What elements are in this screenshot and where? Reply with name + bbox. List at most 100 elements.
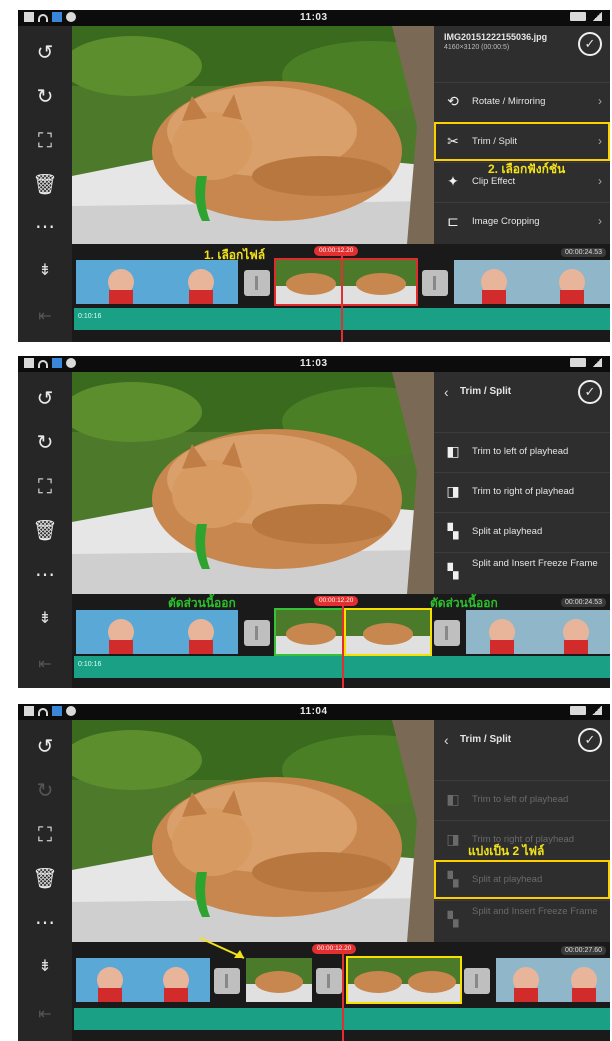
skip-start-icon[interactable]: ⇤ (36, 1004, 54, 1024)
timeline: ⇟ ⇤ ตัดส่วนนี้ออก ตัดส่วนนี้ออก 00:00:12… (18, 594, 610, 688)
crop-icon: ⊏ (447, 213, 459, 229)
split-icon: ▚ (447, 871, 459, 887)
panel-title: Trim / Split (460, 386, 512, 397)
menu-item-trim-left[interactable]: ◧ Trim to left of playhead (434, 780, 610, 819)
annotation-select-function: 2. เลือกฟังก์ชัน (488, 162, 566, 176)
selected-clip[interactable] (274, 258, 418, 306)
status-time: 11:03 (300, 12, 328, 23)
split-clip-second[interactable] (346, 956, 462, 1004)
trim-split-panel: ‹ Trim / Split ✓ ◧ Trim to left of playh… (434, 372, 610, 594)
app-icon (52, 12, 62, 22)
wifi-icon (38, 708, 48, 716)
clip-thumb[interactable] (494, 956, 610, 1004)
effect-icon: ✦ (447, 173, 459, 189)
left-toolbar: ↺ ↻ ⛶ 🗑 ⋯ (18, 720, 72, 942)
status-bar: 11:03 (18, 10, 610, 26)
playhead[interactable] (342, 604, 344, 688)
screenshot-panel-2: 11:03 ↺ ↻ ⛶ 🗑 ⋯ ‹ Trim / Split ✓ ◧ Trim … (18, 356, 610, 688)
transition-button[interactable] (244, 270, 270, 296)
panel-header: ‹ Trim / Split ✓ (434, 372, 610, 412)
menu-label: Trim to left of playhead (472, 794, 569, 805)
trim-left-icon: ◧ (446, 443, 460, 459)
undo-button[interactable]: ↺ (32, 40, 58, 66)
menu-item-split[interactable]: ▚ Split at playhead (434, 860, 610, 899)
fullscreen-button[interactable]: ⛶ (32, 822, 58, 848)
playhead-time: 00:00:12.20 (312, 944, 357, 954)
cat-photo (72, 372, 434, 594)
total-duration: 00:00:24.53 (561, 248, 606, 257)
transition-button[interactable] (422, 270, 448, 296)
panel-header: ‹ Trim / Split ✓ (434, 720, 610, 760)
clip-thumb[interactable] (74, 956, 212, 1004)
confirm-check-icon[interactable]: ✓ (578, 728, 602, 752)
back-arrow-icon[interactable]: ‹ (444, 384, 449, 400)
menu-item-image-cropping[interactable]: ⊏ Image Cropping › (434, 202, 610, 241)
menu-label: Split at playhead (472, 874, 543, 885)
clip-left-part[interactable] (274, 608, 348, 656)
confirm-check-icon[interactable]: ✓ (578, 32, 602, 56)
menu-item-split-freeze[interactable]: ▚ Split and Insert Freeze Frame (434, 552, 610, 591)
video-preview (72, 372, 434, 594)
transition-button[interactable] (244, 620, 270, 646)
delete-button[interactable]: 🗑 (32, 866, 58, 892)
wifi-icon (38, 360, 48, 368)
trim-right-icon: ◨ (446, 483, 460, 499)
menu-item-split-freeze[interactable]: ▚ Split and Insert Freeze Frame (434, 900, 610, 939)
delete-button[interactable]: 🗑 (32, 518, 58, 544)
clip-thumb[interactable] (74, 258, 240, 306)
total-duration: 00:00:27.60 (561, 946, 606, 955)
fullscreen-button[interactable]: ⛶ (32, 474, 58, 500)
menu-item-rotate[interactable]: ⟲ Rotate / Mirroring › (434, 82, 610, 121)
playhead[interactable] (342, 952, 344, 1041)
clip-right-part[interactable] (344, 608, 432, 656)
wifi-icon (38, 14, 48, 22)
more-button[interactable]: ⋯ (32, 562, 58, 588)
more-button[interactable]: ⋯ (32, 910, 58, 936)
image-icon (24, 358, 34, 368)
transition-button[interactable] (464, 968, 490, 994)
transition-button[interactable] (214, 968, 240, 994)
delete-button[interactable]: 🗑 (32, 172, 58, 198)
clip-thumb[interactable] (464, 608, 610, 656)
confirm-check-icon[interactable]: ✓ (578, 380, 602, 404)
total-duration: 00:00:24.53 (561, 598, 606, 607)
redo-button[interactable]: ↻ (32, 430, 58, 456)
split-view-icon[interactable]: ⇟ (36, 260, 54, 280)
skip-start-icon[interactable]: ⇤ (36, 306, 54, 326)
playhead[interactable] (341, 254, 343, 342)
menu-label: Image Cropping (472, 216, 540, 227)
more-button[interactable]: ⋯ (32, 214, 58, 240)
clip-thumb[interactable] (452, 258, 610, 306)
fullscreen-button[interactable]: ⛶ (32, 128, 58, 154)
clip-thumb[interactable] (74, 608, 240, 656)
menu-item-split[interactable]: ▚ Split at playhead (434, 512, 610, 551)
split-view-icon[interactable]: ⇟ (36, 608, 54, 628)
annotation-cut-left: ตัดส่วนนี้ออก (168, 596, 236, 610)
undo-button[interactable]: ↺ (32, 734, 58, 760)
timeline-toolbar: ⇟ ⇤ (18, 594, 72, 688)
redo-button[interactable]: ↻ (32, 778, 58, 804)
split-view-icon[interactable]: ⇟ (36, 956, 54, 976)
signal-icon (592, 12, 602, 21)
transition-button[interactable] (434, 620, 460, 646)
status-bar: 11:04 (18, 704, 610, 720)
screenshot-panel-3: 11:04 ↺ ↻ ⛶ 🗑 ⋯ ‹ Trim / Split ✓ ◧ Trim … (18, 704, 610, 1041)
skip-start-icon[interactable]: ⇤ (36, 654, 54, 674)
menu-item-trim-right[interactable]: ◨ Trim to right of playhead (434, 472, 610, 511)
screenshot-panel-1: 11:03 ↺ ↻ ⛶ 🗑 ⋯ IMG20151222155036.jpg 41… (18, 10, 610, 342)
notification-icon (66, 12, 76, 22)
battery-icon (570, 358, 586, 367)
timeline-toolbar: ⇟ ⇤ (18, 244, 72, 342)
undo-button[interactable]: ↺ (32, 386, 58, 412)
menu-label: Split and Insert Freeze Frame (472, 906, 598, 917)
menu-item-trim-split[interactable]: ✂ Trim / Split › (434, 122, 610, 161)
chevron-right-icon: › (598, 94, 602, 108)
menu-item-trim-left[interactable]: ◧ Trim to left of playhead (434, 432, 610, 471)
split-freeze-icon: ▚ (447, 563, 459, 579)
chevron-right-icon: › (598, 174, 602, 188)
redo-button[interactable]: ↻ (32, 84, 58, 110)
transition-button[interactable] (316, 968, 342, 994)
annotation-select-file: 1. เลือกไฟล์ (204, 248, 266, 262)
notification-icon (66, 706, 76, 716)
back-arrow-icon[interactable]: ‹ (444, 732, 449, 748)
